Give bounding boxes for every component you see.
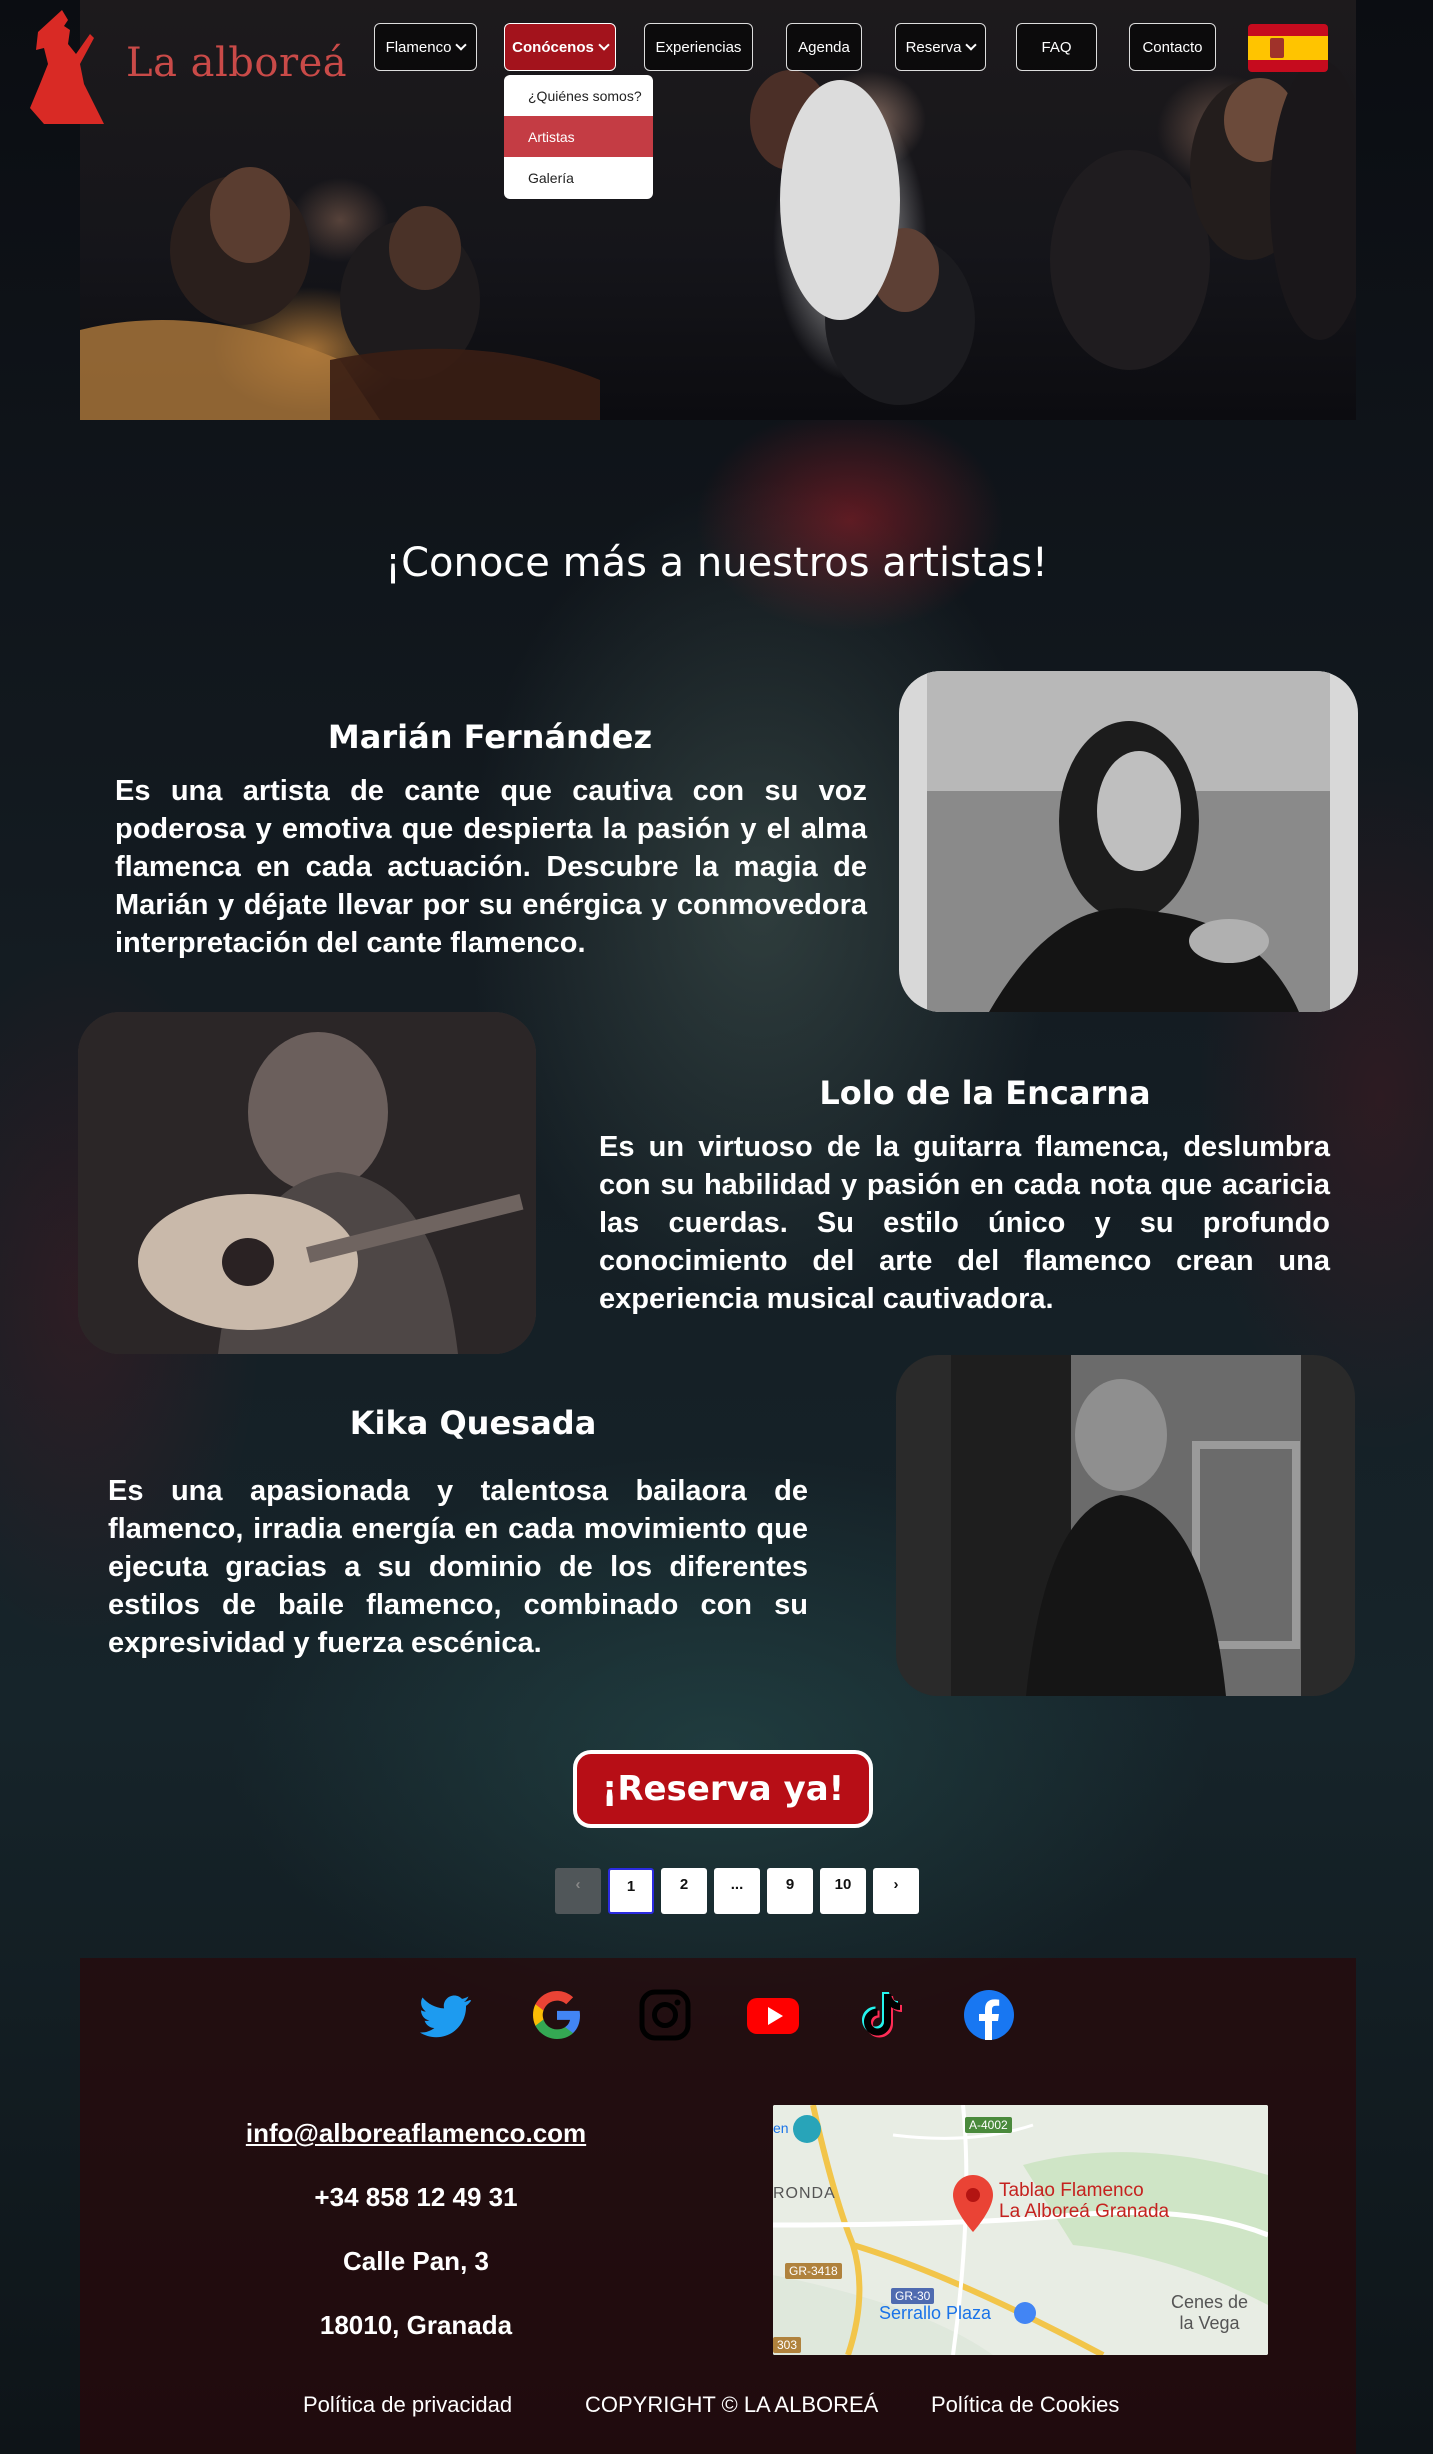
artist-photo-marian — [899, 671, 1358, 1012]
dropdown-item-galeria[interactable]: Galería — [504, 157, 653, 198]
artist-bio: Es una apasionada y talentosa bailaora d… — [108, 1475, 808, 1659]
location-map[interactable]: A-4002 GR-3418 GR-30 303 RONDA en Tablao… — [773, 2105, 1268, 2355]
map-area-label: Serrallo Plaza — [879, 2303, 992, 2323]
contact-city: 18010, Granada — [319, 2310, 513, 2340]
contact-email-link[interactable]: info@alboreaflamenco.com — [206, 2118, 626, 2149]
contact-phone[interactable]: +34 858 12 49 31 — [206, 2182, 626, 2213]
pagination-ellipsis: ... — [714, 1868, 760, 1914]
nav-conocenos[interactable]: Conócenos — [504, 23, 616, 71]
map-place-label: La Alboreá Granada — [999, 2201, 1170, 2222]
pagination-prev-button[interactable]: ‹ — [555, 1868, 601, 1914]
youtube-icon[interactable] — [746, 1988, 800, 2042]
dropdown-item-quienes-somos[interactable]: ¿Quiénes somos? — [504, 75, 653, 116]
nav-flamenco[interactable]: Flamenco — [374, 23, 477, 71]
map-area-label: Cenes de — [1171, 2292, 1249, 2312]
artist-name: Lolo de la Encarna — [819, 1074, 1151, 1112]
map-area-label: la Vega — [1179, 2313, 1240, 2333]
facebook-icon[interactable] — [962, 1988, 1016, 2042]
privacy-policy-link[interactable]: Política de privacidad — [303, 2392, 512, 2418]
copyright-text: COPYRIGHT © LA ALBOREÁ — [585, 2392, 879, 2417]
chevron-down-icon — [455, 39, 468, 51]
conocenos-dropdown: ¿Quiénes somos? Artistas Galería — [504, 75, 653, 199]
nav-contacto-label: Contacto — [1142, 38, 1203, 56]
cookies-policy-link[interactable]: Política de Cookies — [931, 2392, 1119, 2418]
pagination-page-9[interactable]: 9 — [767, 1868, 813, 1914]
spain-flag-icon[interactable] — [1248, 24, 1328, 72]
nav-faq[interactable]: FAQ — [1016, 23, 1097, 71]
nav-experiencias[interactable]: Experiencias — [644, 23, 753, 71]
nav-agenda-label: Agenda — [798, 38, 850, 56]
map-road-label: 303 — [773, 2337, 802, 2353]
twitter-icon[interactable] — [420, 1988, 474, 2042]
contact-street: Calle Pan, 3 — [343, 2246, 489, 2276]
map-road-label: A-4002 — [965, 2117, 1012, 2133]
nav-contacto[interactable]: Contacto — [1129, 23, 1216, 71]
nav-experiencias-label: Experiencias — [655, 38, 742, 56]
map-road-label: GR-3418 — [785, 2263, 842, 2279]
brand-name[interactable]: La alboreá — [126, 40, 347, 86]
google-icon[interactable] — [530, 1988, 584, 2042]
nav-faq-label: FAQ — [1041, 38, 1072, 56]
nav-flamenco-label: Flamenco — [385, 38, 452, 56]
instagram-icon[interactable] — [638, 1988, 692, 2042]
nav-reserva[interactable]: Reserva — [895, 23, 986, 71]
tiktok-icon[interactable] — [854, 1988, 908, 2042]
page-title: ¡Conoce más a nuestros artistas! — [385, 540, 1048, 586]
chevron-down-icon — [598, 39, 610, 51]
pagination-page-1[interactable]: 1 — [608, 1868, 654, 1914]
logo-dancer-icon[interactable] — [16, 8, 108, 126]
pagination-page-10[interactable]: 10 — [820, 1868, 866, 1914]
pagination-page-2[interactable]: 2 — [661, 1868, 707, 1914]
dropdown-item-artistas[interactable]: Artistas — [504, 116, 653, 157]
nav-conocenos-label: Conócenos — [512, 38, 594, 56]
artist-name: Marián Fernández — [327, 718, 653, 756]
chevron-down-icon — [965, 39, 978, 51]
map-area-label: RONDA — [773, 2185, 836, 2202]
map-area-label: en — [773, 2120, 789, 2136]
reserve-now-button[interactable]: ¡Reserva ya! — [573, 1750, 873, 1828]
artist-name: Kika Quesada — [349, 1404, 597, 1442]
nav-agenda[interactable]: Agenda — [786, 23, 862, 71]
pagination-next-button[interactable]: › — [873, 1868, 919, 1914]
map-road-label: GR-30 — [891, 2288, 935, 2304]
artist-photo-kika — [896, 1355, 1355, 1696]
pagination: ‹ 1 2 ... 9 10 › — [555, 1868, 919, 1918]
artist-bio: Es una artista de cante que cautiva con … — [115, 775, 867, 959]
map-place-label: Tablao Flamenco — [999, 2180, 1144, 2201]
artist-bio: Es un virtuoso de la guitarra flamenca, … — [599, 1131, 1330, 1315]
artist-photo-lolo — [78, 1012, 536, 1354]
nav-reserva-label: Reserva — [905, 38, 962, 56]
